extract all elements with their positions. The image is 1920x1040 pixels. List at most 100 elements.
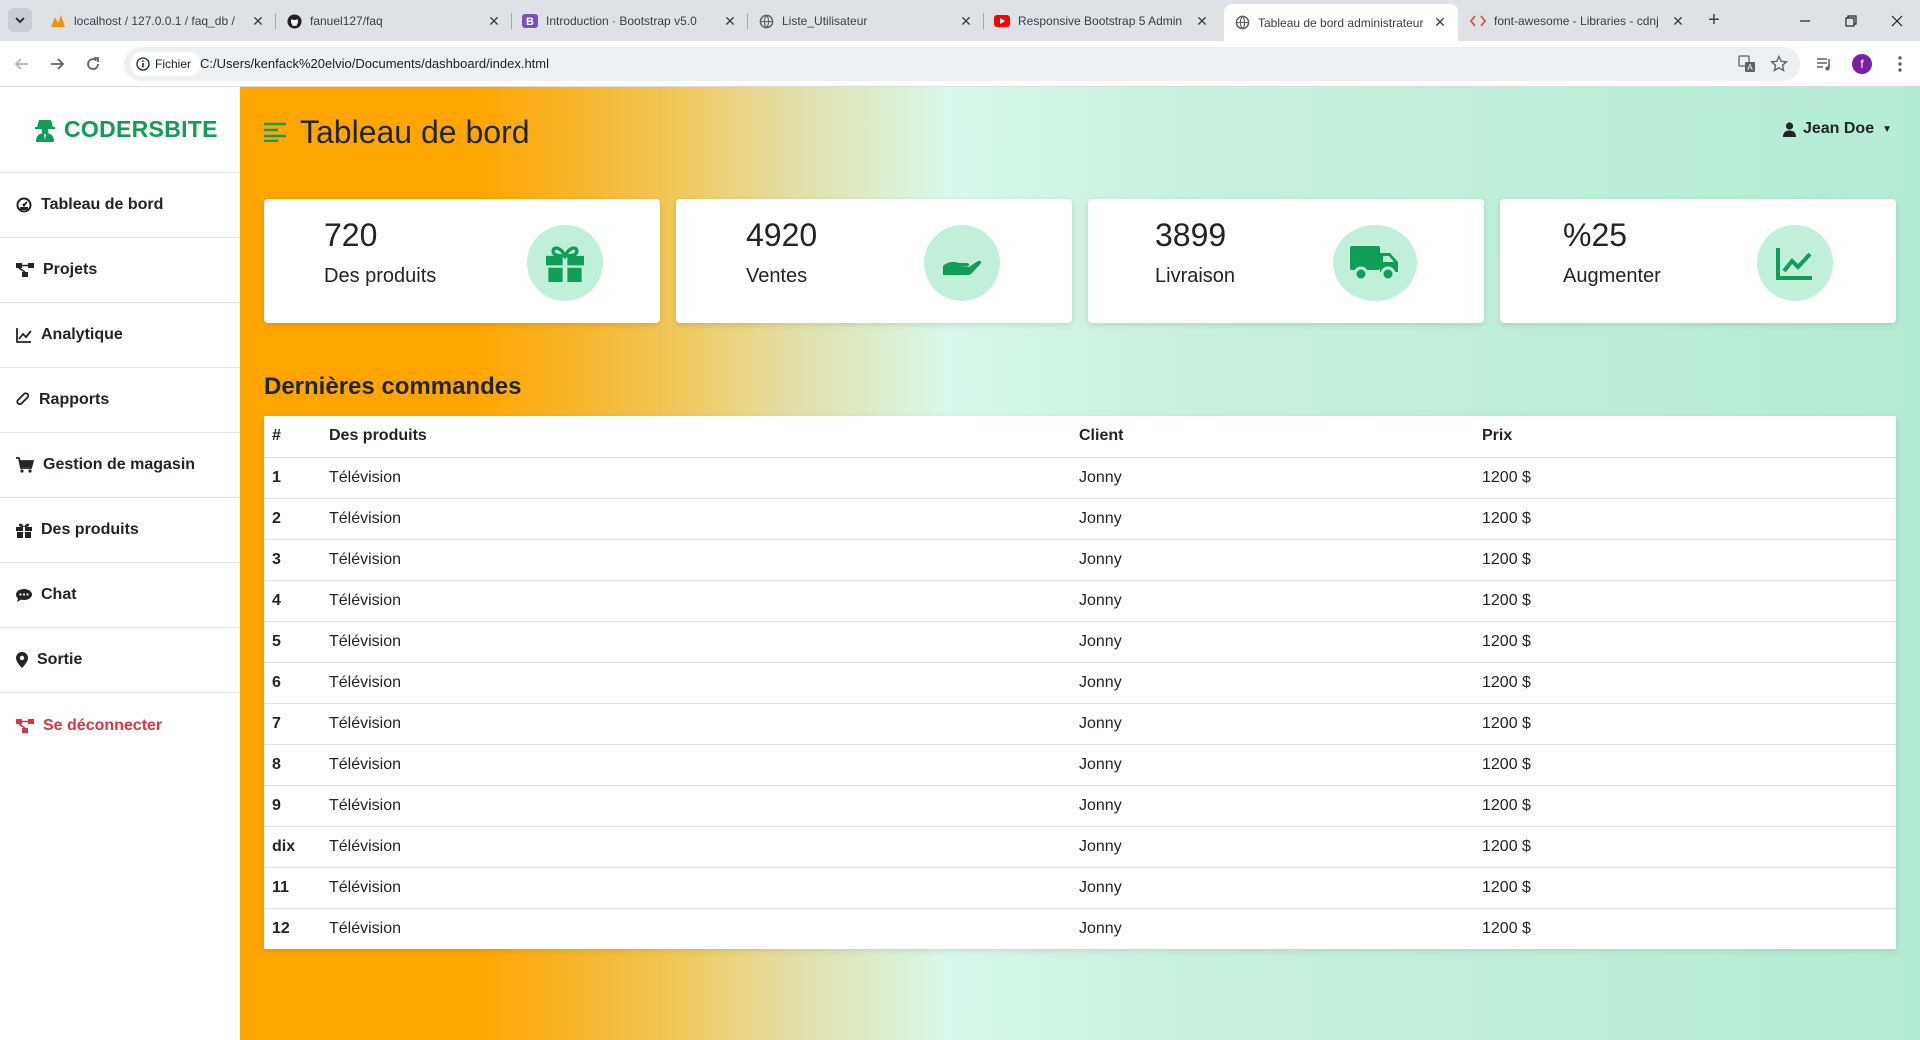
align-left-icon	[264, 122, 286, 142]
stat-value: %25	[1563, 217, 1628, 253]
tab-title: fanuel127/faq	[310, 14, 383, 28]
table-row: 5 Télévision Jonny 1200 $	[264, 621, 1896, 663]
sidebar-item-label: Des produits	[41, 521, 139, 538]
browser-tab-phpmyadmin[interactable]: localhost / 127.0.0.1 / faq_db / ✕	[40, 6, 276, 36]
order-price: 1200 $	[1482, 919, 1531, 937]
browser-tab-liste-utilisateur[interactable]: Liste_Utilisateur ✕	[748, 6, 984, 36]
site-info-chip[interactable]: Fichier	[130, 52, 202, 76]
close-icon[interactable]: ✕	[958, 13, 974, 29]
order-product: Télévision	[321, 457, 1071, 499]
youtube-icon	[994, 13, 1010, 29]
brand-name: CODERSBITE	[64, 116, 218, 142]
page-header: Tableau de bord Jean Doe ▼	[264, 111, 1896, 153]
back-button[interactable]	[8, 50, 36, 78]
browser-menu-icon[interactable]	[1890, 54, 1910, 74]
forward-button[interactable]	[43, 50, 71, 78]
close-icon[interactable]: ✕	[486, 13, 502, 29]
close-icon	[1891, 15, 1903, 26]
main-content: Tableau de bord Jean Doe ▼ 720 Des produ…	[240, 87, 1920, 1040]
sidebar-item-label: Gestion de magasin	[43, 456, 196, 473]
sidebar-item-rapports[interactable]: Rapports	[0, 368, 240, 433]
minimize-icon	[1800, 19, 1810, 22]
order-client: Jonny	[1071, 539, 1474, 581]
close-window-button[interactable]	[1874, 0, 1920, 41]
order-price: 1200 $	[1474, 826, 1896, 868]
truck-icon	[1333, 225, 1417, 301]
sidebar-item-sortie[interactable]: Sortie	[0, 628, 240, 693]
table-row: 6 Télévision Jonny 1200 $	[264, 662, 1896, 704]
order-price: 1200 $	[1474, 539, 1896, 581]
bootstrap-icon: B	[522, 13, 538, 29]
order-price: 1200 $	[1474, 744, 1896, 786]
order-number: 4	[264, 580, 321, 622]
sidebar-item-tableau-de-bord[interactable]: Tableau de bord	[0, 173, 240, 238]
orders-table: # Des produits Client Prix 1 Télévision Jo…	[264, 416, 1896, 949]
order-price: 1200 $	[1474, 703, 1896, 745]
sidebar-item-label: Projets	[43, 261, 98, 278]
sidebar-item-label: Chat	[41, 586, 77, 603]
order-product: Télévision	[321, 703, 1071, 745]
menu-toggle-button[interactable]	[264, 121, 286, 143]
url-text[interactable]: C:/Users/kenfack%20elvio/Documents/dashb…	[200, 56, 549, 71]
arrow-left-icon	[14, 58, 28, 70]
restore-icon	[1845, 14, 1857, 27]
order-number: 6	[264, 662, 321, 704]
minimize-button[interactable]	[1782, 0, 1828, 41]
table-row: 1 Télévision Jonny 1200 $	[264, 457, 1896, 499]
reload-button[interactable]	[79, 50, 107, 78]
order-price: 1200 $	[1474, 457, 1896, 499]
stat-label: Livraison	[1155, 265, 1236, 287]
browser-tab-cdnjs[interactable]: font-awesome - Libraries - cdnj ✕	[1460, 6, 1696, 36]
sidebar-item-analytique[interactable]: Analytique	[0, 303, 240, 368]
address-bar[interactable]: Fichier C:/Users/kenfack%20elvio/Documen…	[124, 47, 1800, 81]
order-client: Jonny	[1071, 744, 1474, 786]
tab-title: Responsive Bootstrap 5 Admin	[1018, 14, 1183, 28]
map-marker-icon	[16, 652, 28, 668]
close-icon[interactable]: ✕	[1432, 14, 1448, 31]
chevron-down-icon	[15, 17, 25, 24]
sidebar-item-chat[interactable]: Chat	[0, 563, 240, 628]
tab-search-dropdown[interactable]	[8, 8, 32, 32]
bookmark-star-icon[interactable]	[1770, 55, 1788, 73]
table-row: 12 Télévision Jonny 1200 $	[264, 908, 1896, 949]
caret-down-icon: ▼	[1882, 123, 1892, 135]
page-title: Tableau de bord	[300, 113, 530, 150]
close-icon[interactable]: ✕	[1670, 13, 1686, 29]
restore-button[interactable]	[1828, 0, 1874, 41]
order-client: Jonny	[1071, 703, 1474, 745]
profile-avatar[interactable]: f	[1852, 54, 1872, 74]
translate-icon[interactable]: A	[1738, 55, 1756, 73]
media-control-icon[interactable]	[1814, 54, 1834, 74]
sidebar-item-label: Sortie	[37, 651, 83, 668]
table-header-row: # Des produits Client Prix	[264, 416, 1896, 458]
section-title-orders: Dernières commandes	[264, 373, 522, 400]
order-number: 9	[264, 785, 321, 827]
new-tab-button[interactable]: +	[1702, 8, 1726, 32]
close-icon[interactable]: ✕	[250, 13, 266, 29]
stat-card-ventes: 4920 Ventes	[676, 199, 1072, 323]
page-viewport: CODERSBITE Tableau de bord Projets Analy…	[0, 87, 1920, 1040]
order-number: 5	[264, 621, 321, 663]
close-icon[interactable]: ✕	[1194, 13, 1210, 29]
sidebar-item-gestion-de-magasin[interactable]: Gestion de magasin	[0, 433, 240, 498]
close-icon[interactable]: ✕	[722, 13, 738, 29]
sidebar-item-des-produits[interactable]: Des produits	[0, 498, 240, 563]
stat-card-produits: 720 Des produits	[264, 199, 660, 323]
sidebar-item-projets[interactable]: Projets	[0, 238, 240, 303]
order-client: Jonny	[1071, 621, 1474, 663]
order-price: 1200 $	[1474, 621, 1896, 663]
table-row: 9 Télévision Jonny 1200 $	[264, 785, 1896, 827]
order-price: 1200 $	[1474, 498, 1896, 540]
user-icon	[1782, 121, 1796, 137]
user-dropdown[interactable]: Jean Doe ▼	[1782, 120, 1892, 138]
sidebar-item-se-deconnecter[interactable]: Se déconnecter	[0, 693, 240, 758]
table-row: 7 Télévision Jonny 1200 $	[264, 703, 1896, 745]
order-price: 1200 $	[1474, 867, 1896, 909]
browser-tab-bootstrap[interactable]: B Introduction · Bootstrap v5.0 ✕	[512, 6, 748, 36]
order-product: Télévision	[321, 826, 1071, 868]
browser-tab-github[interactable]: fanuel127/faq ✕	[276, 6, 512, 36]
sidebar-brand[interactable]: CODERSBITE	[0, 87, 240, 173]
browser-tab-dashboard[interactable]: Tableau de bord administrateur ✕	[1224, 4, 1458, 41]
user-name: Jean Doe	[1802, 120, 1875, 137]
browser-tab-youtube[interactable]: Responsive Bootstrap 5 Admin ✕	[984, 6, 1220, 36]
